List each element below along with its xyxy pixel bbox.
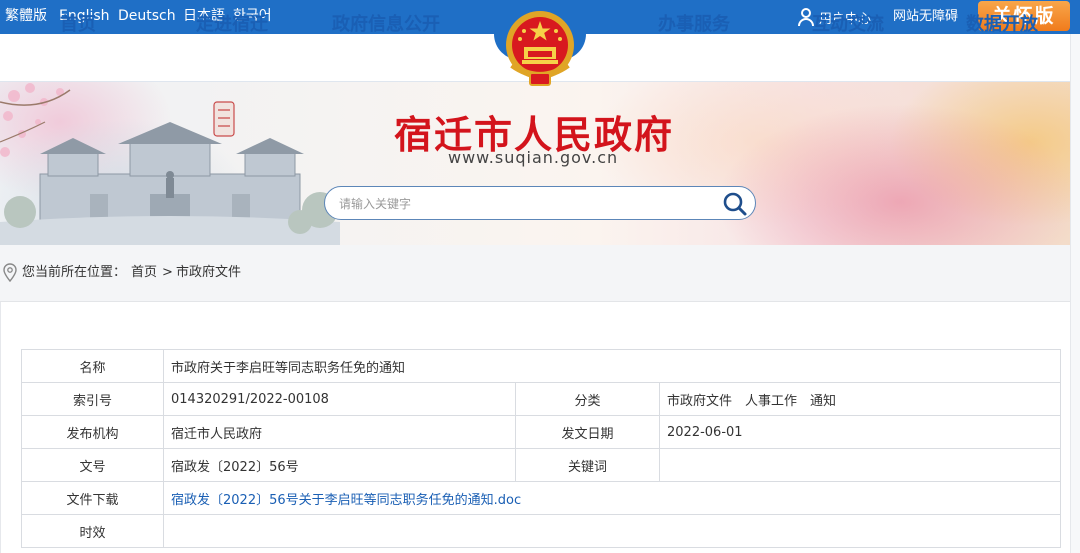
doc-category: 市政府文件 人事工作 通知 bbox=[658, 382, 1062, 416]
label-category: 分类 bbox=[515, 382, 660, 416]
nav-interaction[interactable]: 互动交流 bbox=[812, 0, 884, 48]
page-right-edge bbox=[1070, 34, 1080, 553]
label-doc-no: 文号 bbox=[21, 448, 164, 482]
table-row: 名称 市政府关于李启旺等同志职务任免的通知 bbox=[21, 349, 1062, 383]
lang-german[interactable]: Deutsch bbox=[118, 0, 176, 34]
label-name: 名称 bbox=[21, 349, 164, 383]
download-cell: 宿政发〔2022〕56号关于李启旺等同志职务任免的通知.doc bbox=[162, 481, 1062, 515]
table-row: 文号 宿政发〔2022〕56号 关键词 bbox=[21, 448, 1062, 482]
table-row: 时效 bbox=[21, 514, 1062, 548]
breadcrumb-separator: > bbox=[162, 265, 173, 280]
label-download: 文件下载 bbox=[21, 481, 164, 515]
nav-open-data[interactable]: 数据开放 bbox=[966, 0, 1038, 48]
nav-services[interactable]: 办事服务 bbox=[658, 0, 730, 48]
search-input[interactable] bbox=[339, 193, 709, 215]
doc-date: 2022-06-01 bbox=[658, 415, 1062, 449]
lang-traditional-chinese[interactable]: 繁體版 bbox=[5, 0, 47, 34]
doc-publisher: 宿迁市人民政府 bbox=[163, 415, 516, 449]
table-row: 发布机构 宿迁市人民政府 发文日期 2022-06-01 bbox=[21, 415, 1062, 449]
table-row: 文件下载 宿政发〔2022〕56号关于李启旺等同志职务任免的通知.doc bbox=[21, 481, 1062, 515]
site-url: www.suqian.gov.cn bbox=[448, 148, 619, 167]
label-validity: 时效 bbox=[21, 514, 164, 548]
nav-home[interactable]: 首页 bbox=[60, 0, 96, 48]
search-icon[interactable] bbox=[722, 191, 748, 217]
nav-about-suqian[interactable]: 走进宿迁 bbox=[196, 0, 268, 48]
doc-keywords bbox=[658, 448, 1062, 482]
table-row: 索引号 014320291/2022-00108 分类 市政府文件 人事工作 通… bbox=[21, 382, 1062, 416]
label-keywords: 关键词 bbox=[515, 448, 660, 482]
label-date: 发文日期 bbox=[515, 415, 660, 449]
national-emblem bbox=[506, 11, 574, 86]
breadcrumb-current[interactable]: 市政府文件 bbox=[176, 263, 241, 283]
label-index-no: 索引号 bbox=[21, 382, 164, 416]
city-gate-illustration bbox=[0, 83, 340, 245]
search-box bbox=[324, 186, 756, 220]
document-info-table: 名称 市政府关于李启旺等同志职务任免的通知 索引号 014320291/2022… bbox=[21, 349, 1062, 548]
download-link[interactable]: 宿政发〔2022〕56号关于李启旺等同志职务任免的通知.doc bbox=[171, 493, 521, 508]
doc-number: 宿政发〔2022〕56号 bbox=[163, 448, 516, 482]
accessibility-link[interactable]: 网站无障碍 bbox=[893, 0, 958, 34]
doc-index-no: 014320291/2022-00108 bbox=[163, 382, 516, 416]
location-pin-icon bbox=[3, 263, 17, 283]
label-publisher: 发布机构 bbox=[21, 415, 164, 449]
breadcrumb-home[interactable]: 首页 bbox=[131, 263, 157, 283]
nav-gov-info[interactable]: 政府信息公开 bbox=[332, 0, 440, 48]
doc-validity bbox=[162, 514, 1062, 548]
doc-name: 市政府关于李启旺等同志职务任免的通知 bbox=[162, 349, 1062, 383]
breadcrumb-prefix: 您当前所在位置： bbox=[22, 265, 127, 280]
